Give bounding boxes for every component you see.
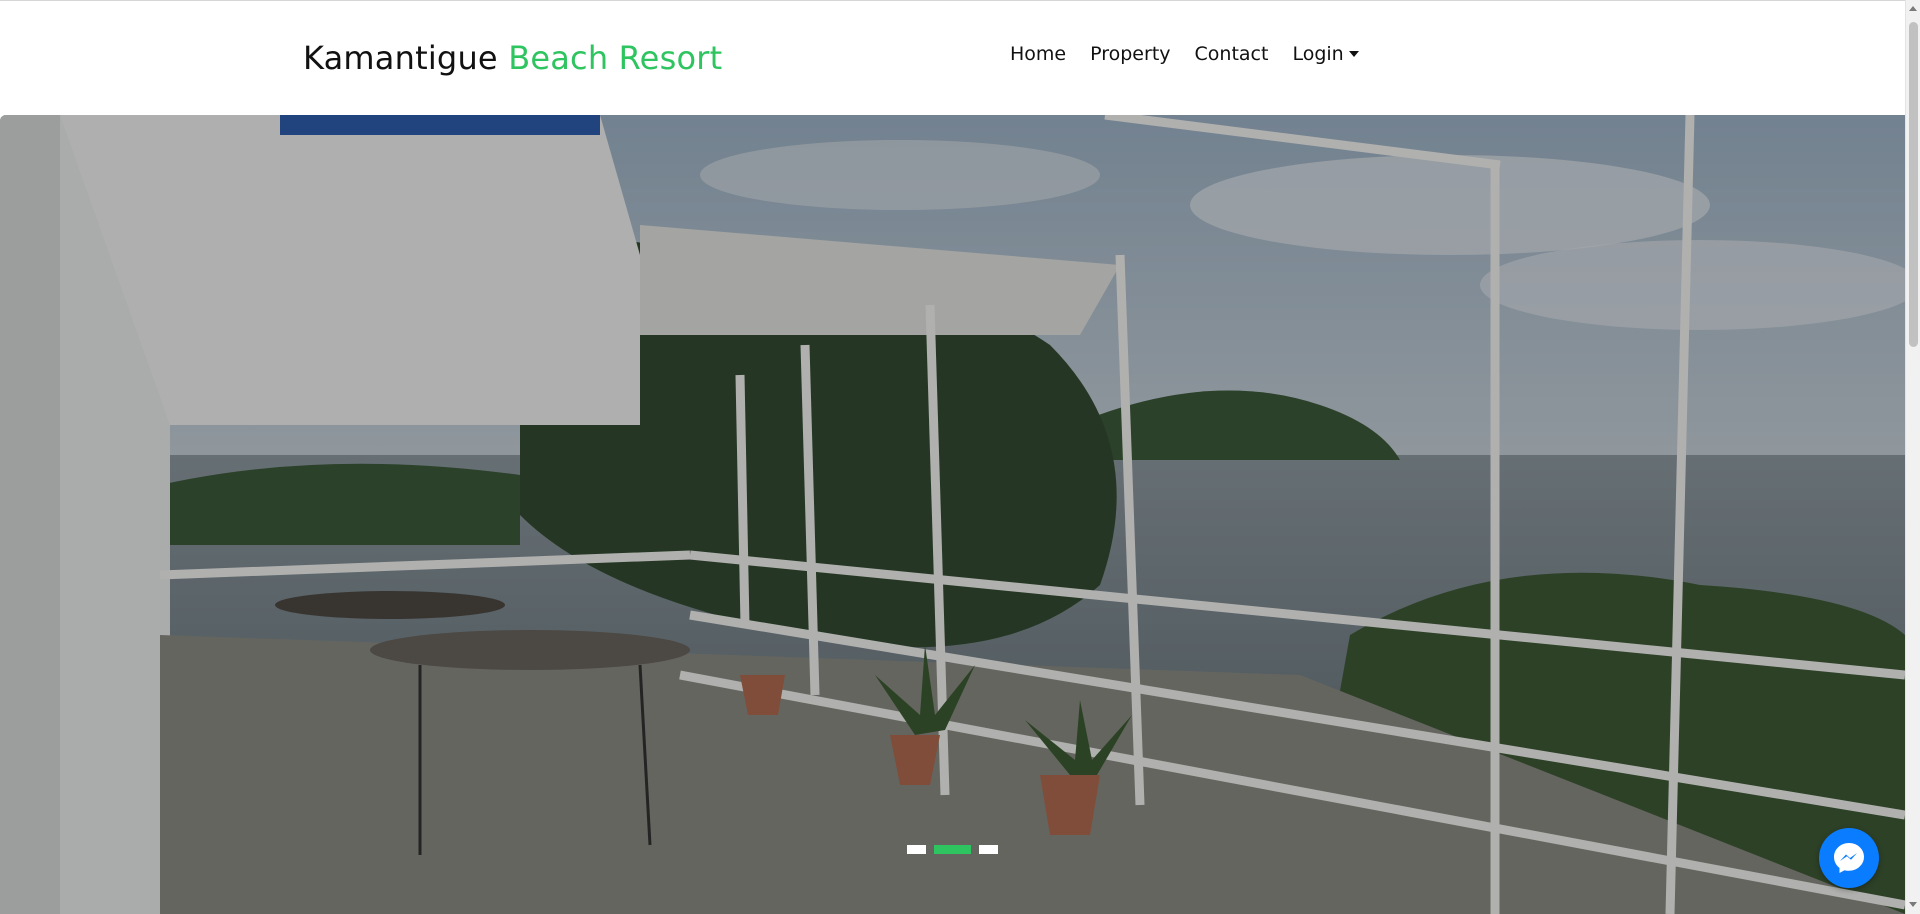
nav-property[interactable]: Property xyxy=(1078,43,1182,65)
carousel-indicator-1[interactable] xyxy=(907,845,926,854)
brand-logo-link[interactable]: Kamantigue Beach Resort xyxy=(303,39,722,77)
messenger-chat-button[interactable] xyxy=(1819,828,1879,888)
page-scrollbar[interactable] xyxy=(1905,0,1920,914)
hero-dark-overlay xyxy=(0,115,1905,914)
scroll-down-icon[interactable] xyxy=(1909,902,1917,907)
nav-login-label: Login xyxy=(1292,43,1344,65)
caret-down-icon xyxy=(1348,51,1359,57)
carousel-indicator-2[interactable] xyxy=(934,845,971,854)
carousel-indicator-3[interactable] xyxy=(979,845,998,854)
scrollbar-thumb[interactable] xyxy=(1909,22,1918,347)
page: Kamantigue Beach Resort Home Property Co… xyxy=(0,0,1905,914)
brand-name: Kamantigue xyxy=(303,39,498,77)
carousel-indicators xyxy=(907,845,998,854)
nav-home[interactable]: Home xyxy=(998,43,1078,65)
main-nav: Home Property Contact Login xyxy=(998,43,1371,65)
navbar: Kamantigue Beach Resort Home Property Co… xyxy=(0,0,1905,115)
brand-name-accent: Beach Resort xyxy=(508,39,723,77)
messenger-icon xyxy=(1834,843,1864,873)
nav-login-dropdown[interactable]: Login xyxy=(1280,43,1370,65)
scroll-up-icon[interactable] xyxy=(1909,6,1917,11)
hero-carousel[interactable] xyxy=(0,115,1905,914)
nav-contact[interactable]: Contact xyxy=(1183,43,1281,65)
